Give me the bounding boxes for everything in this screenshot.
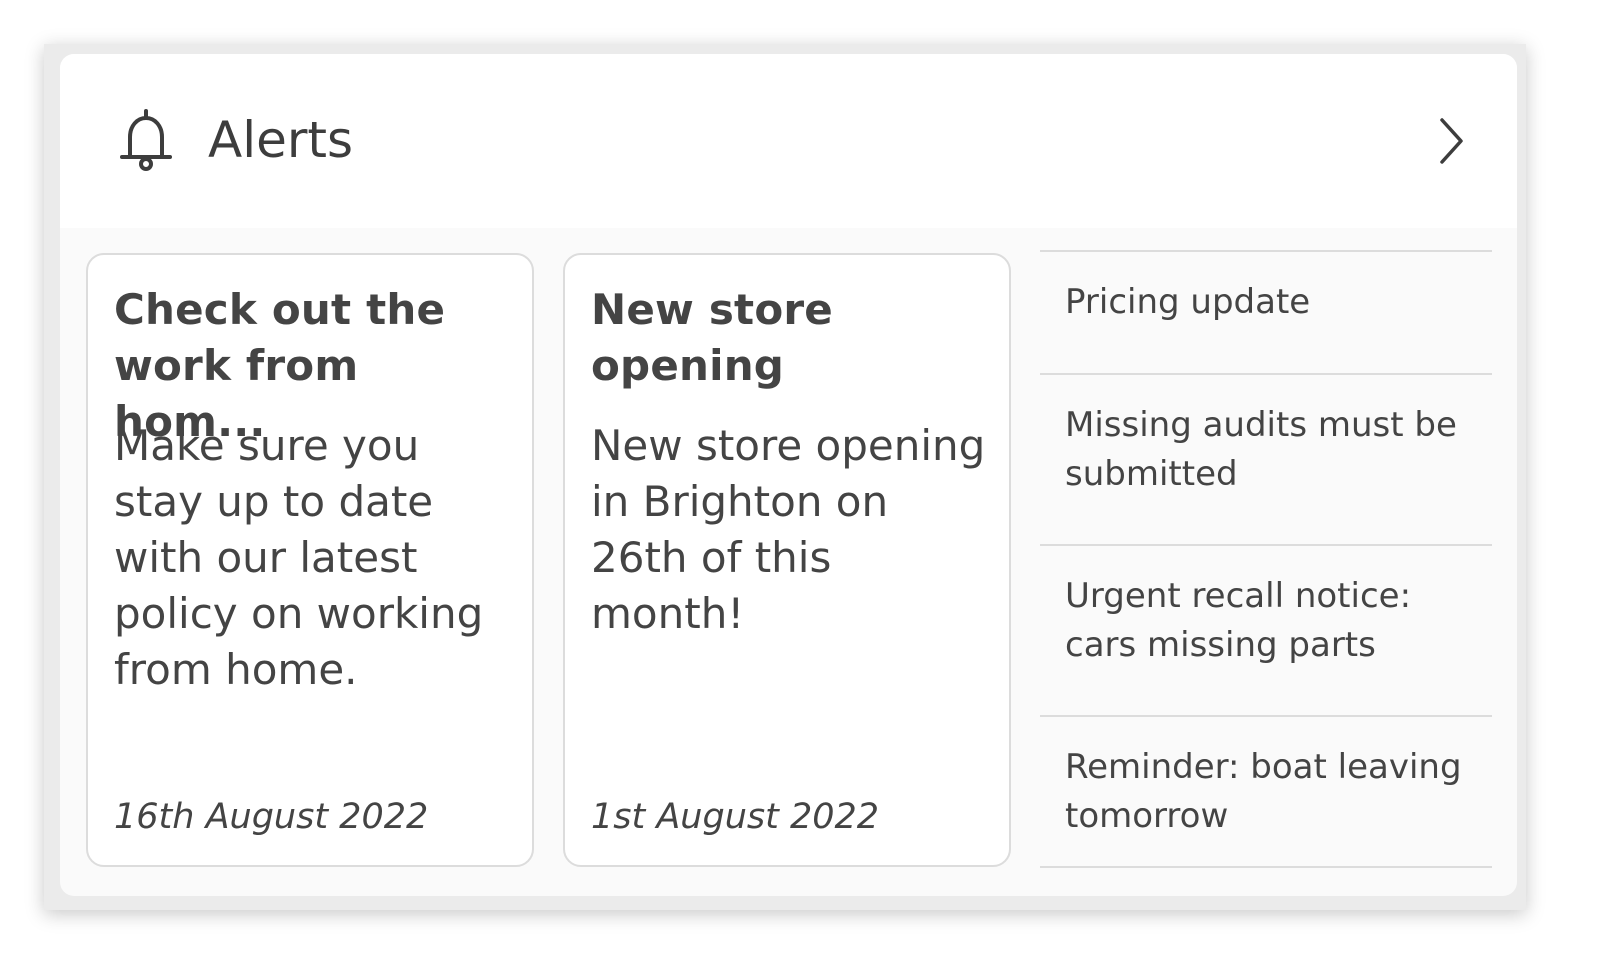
- bell-icon: [120, 109, 172, 171]
- alerts-list: Pricing update Missing audits must be su…: [1040, 250, 1492, 868]
- alert-card-new-store[interactable]: New store opening New store opening in B…: [563, 253, 1011, 867]
- list-item[interactable]: Reminder: boat leaving tomorrow: [1040, 717, 1492, 868]
- widget-title: Alerts: [208, 111, 354, 169]
- list-item[interactable]: Missing audits must be submitted: [1040, 375, 1492, 546]
- chevron-right-icon[interactable]: [1430, 112, 1470, 170]
- list-item[interactable]: Pricing update: [1040, 252, 1492, 375]
- alerts-header[interactable]: Alerts: [60, 54, 1517, 228]
- list-item[interactable]: Urgent recall notice: cars missing parts: [1040, 546, 1492, 717]
- alert-card-date: 16th August 2022: [114, 797, 429, 837]
- alert-card-date: 1st August 2022: [591, 797, 880, 837]
- alert-card-body: Make sure you stay up to date with our l…: [114, 421, 484, 694]
- alert-card-body: New store opening in Brighton on 26th of…: [591, 421, 986, 638]
- alert-card-title: New store opening: [591, 285, 833, 390]
- alert-card-work-from-home[interactable]: Check out the work from hom... Make sure…: [86, 253, 534, 867]
- alerts-widget: Alerts Check out the work from hom... Ma…: [60, 54, 1517, 896]
